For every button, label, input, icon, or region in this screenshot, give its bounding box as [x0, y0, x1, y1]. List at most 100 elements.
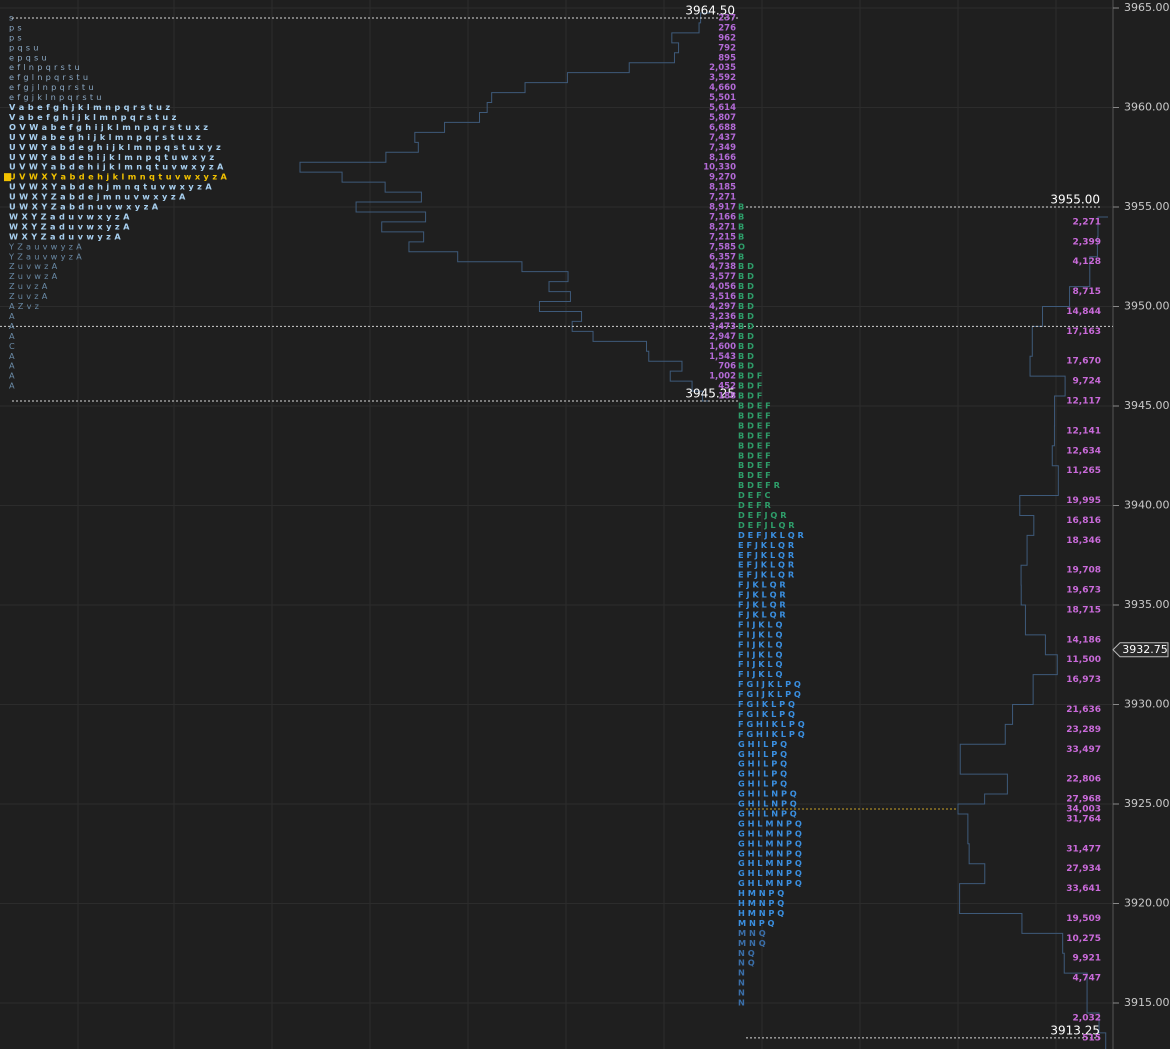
volume-left-label: 4,660	[709, 83, 736, 93]
tpo-row-right: B D	[738, 351, 754, 361]
volume-right-label: 2,032	[1073, 1013, 1101, 1023]
tpo-row-right: H M N P Q	[738, 898, 784, 908]
tpo-row-right: M N P Q	[738, 918, 775, 928]
volume-left-label: 5,807	[709, 113, 736, 123]
volume-left-label: 3,577	[709, 272, 736, 282]
tpo-row-right: F I J K L Q	[738, 619, 782, 629]
tpo-row-right: G H I L P Q	[738, 749, 787, 759]
tpo-row-right: G H L M N P Q	[738, 838, 802, 848]
tpo-row-right: B D	[738, 271, 754, 281]
tpo-row-right: N	[738, 978, 745, 988]
tpo-row-left: U W X Y Z a b d n u v w x y z A	[9, 202, 159, 212]
tpo-row-left: p q s u	[9, 42, 39, 52]
tpo-row-right: B D E F	[738, 430, 771, 440]
tpo-row-right: G H L M N P Q	[738, 818, 802, 828]
volume-right-label: 9,921	[1073, 954, 1101, 964]
tpo-row-right: O	[738, 241, 745, 251]
volume-right-label: 14,186	[1066, 635, 1101, 645]
volume-right-label: 2,271	[1073, 217, 1101, 227]
tpo-row-right: E F J K L Q R	[738, 570, 795, 580]
tpo-row-right: N Q	[738, 948, 755, 958]
tpo-row-right: G H I L N P Q	[738, 789, 797, 799]
tpo-row-left: U V W X Y a b d e h j m n q t u v w x y …	[9, 182, 212, 192]
volume-left-label: 8,917	[709, 203, 736, 213]
tpo-row-left: A	[9, 351, 15, 361]
tpo-row-right: B D	[738, 301, 754, 311]
price-tick-label: 3935.00	[1124, 598, 1170, 611]
tpo-row-left: U V W X Y a b d e h j k l m n q t u v w …	[9, 172, 228, 182]
volume-left-label: 10,330	[703, 163, 736, 173]
volume-left-label: 3,473	[709, 322, 736, 332]
tpo-row-right: N	[738, 968, 745, 978]
tpo-row-left: Y Z a u v w y z A	[8, 241, 82, 251]
tpo-row-left: U W X Y Z a b d e j m n u v w x y z A	[9, 192, 186, 202]
tpo-row-right: B D F	[738, 391, 762, 401]
volume-left-label: 188	[718, 392, 736, 402]
volume-right-label: 11,265	[1066, 466, 1101, 476]
price-tick-label: 3915.00	[1124, 996, 1170, 1009]
tpo-row-right: G H I L P Q	[738, 739, 787, 749]
volume-right-label: 4,128	[1073, 257, 1101, 267]
volume-right-label: 19,995	[1066, 496, 1101, 506]
tpo-row-right: B D	[738, 341, 754, 351]
tpo-row-right: E F J K L Q R	[738, 560, 795, 570]
volume-right-label: 27,934	[1066, 864, 1101, 874]
tpo-row-right: B	[738, 231, 744, 241]
volume-right-label: 19,673	[1066, 586, 1101, 596]
volume-left-label: 792	[718, 43, 736, 53]
price-tick-label: 3945.00	[1124, 399, 1170, 412]
tpo-row-left: Y Z a u v w y z A	[8, 251, 82, 261]
volume-left-label: 706	[718, 362, 736, 372]
volume-right-label: 21,636	[1066, 705, 1101, 715]
volume-left-label: 1,002	[709, 372, 736, 382]
volume-right-label: 31,764	[1066, 814, 1101, 824]
tpo-row-right: F J K L Q R	[738, 609, 786, 619]
tpo-row-right: M N Q	[738, 938, 766, 948]
volume-left-label: 1,600	[709, 342, 736, 352]
volume-right-label: 17,163	[1066, 327, 1101, 337]
tpo-row-left: W X Y Z a d u v w x y z A	[9, 221, 130, 231]
tpo-row-left: A	[9, 381, 15, 391]
tpo-row-right: F I J K L Q	[738, 649, 782, 659]
volume-left-label: 3,236	[709, 312, 736, 322]
volume-right-label: 10,275	[1066, 934, 1101, 944]
tpo-row-right: H M N P Q	[738, 908, 784, 918]
tpo-row-right: B	[738, 202, 744, 212]
volume-right-label: 19,708	[1066, 566, 1101, 576]
tpo-row-right: E F J K L Q R	[738, 540, 795, 550]
tpo-row-left: W X Y Z a d u v w y z A	[9, 231, 121, 241]
volume-left-label: 6,357	[709, 252, 736, 262]
volume-right-label: 27,968	[1066, 795, 1101, 805]
volume-left-label: 276	[718, 23, 736, 33]
tpo-row-left: A	[9, 331, 15, 341]
price-tick-label: 3960.00	[1124, 101, 1170, 114]
price-tick-label: 3925.00	[1124, 797, 1170, 810]
tpo-row-left: A	[9, 321, 15, 331]
tpo-row-right: F G H I K L P Q	[738, 719, 805, 729]
tpo-row-right: B	[738, 251, 744, 261]
tpo-row-left: Z u v z A	[9, 281, 48, 291]
volume-left-label: 7,437	[709, 133, 736, 143]
tpo-row-right: G H L M N P Q	[738, 878, 802, 888]
price-tick-label: 3955.00	[1124, 200, 1170, 213]
tpo-row-left: e f g j l n p q r s t u	[9, 82, 94, 92]
tpo-row-right: B D	[738, 311, 754, 321]
reference-price-label: 3955.00	[1050, 193, 1100, 207]
tpo-row-right: H M N P Q	[738, 888, 784, 898]
tpo-row-right: D E F J Q R	[738, 510, 787, 520]
tpo-row-left: p s	[9, 22, 22, 32]
tpo-row-left: p s	[9, 32, 22, 42]
tpo-row-right: B D E F	[738, 410, 771, 420]
volume-left-label: 8,271	[709, 222, 736, 232]
tpo-row-left: U V W Y a b d e h i j k l m n q t u v w …	[9, 162, 224, 172]
volume-right-label: 17,670	[1066, 357, 1101, 367]
tpo-row-right: B D E F	[738, 420, 771, 430]
tpo-row-right: B D E F	[738, 440, 771, 450]
tpo-row-right: B D	[738, 331, 754, 341]
tpo-row-right: F G I J K L P Q	[738, 689, 801, 699]
tpo-row-right: G H L M N P Q	[738, 848, 802, 858]
tpo-row-right: G H L M N P Q	[738, 868, 802, 878]
volume-right-label: 8,715	[1073, 287, 1101, 297]
price-tick-label: 3950.00	[1124, 300, 1170, 313]
price-tick-label: 3940.00	[1124, 499, 1170, 512]
